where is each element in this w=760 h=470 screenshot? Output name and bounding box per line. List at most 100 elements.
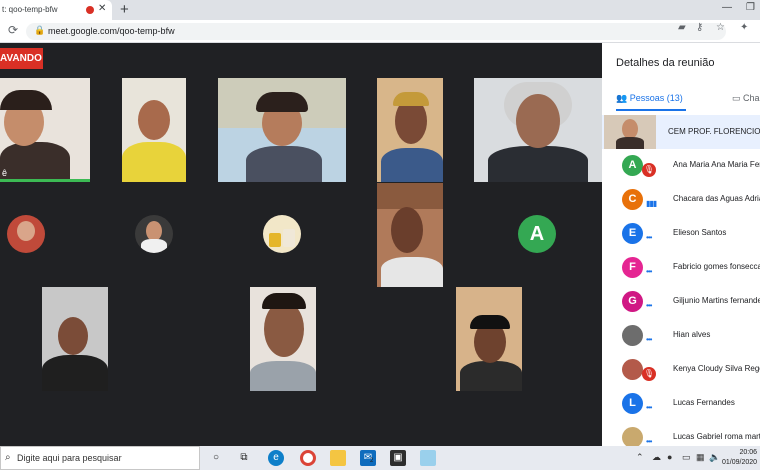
participant-avatar: E bbox=[622, 223, 643, 244]
participant-avatar[interactable] bbox=[135, 215, 173, 253]
participant-row[interactable]: G ••• Giljunio Martins fernande bbox=[602, 285, 760, 319]
participant-name: Lucas Gabriel roma mart bbox=[673, 432, 760, 441]
tab-close-icon[interactable]: ✕ bbox=[98, 3, 106, 14]
minimize-button[interactable]: — bbox=[722, 2, 732, 13]
new-tab-button[interactable]: + bbox=[120, 1, 129, 18]
participant-avatar[interactable] bbox=[263, 215, 301, 253]
task-view-icon[interactable]: ⧉ bbox=[236, 450, 252, 466]
video-tile-self[interactable]: ê bbox=[0, 78, 90, 182]
video-tile[interactable] bbox=[377, 183, 443, 287]
video-tile[interactable] bbox=[218, 78, 346, 182]
video-tile[interactable] bbox=[42, 287, 108, 391]
mic-off-icon: 🎙 bbox=[642, 367, 656, 381]
address-bar[interactable]: 🔒 meet.google.com/qoo-temp-bfw bbox=[26, 23, 726, 40]
reload-icon[interactable]: ⟳ bbox=[8, 23, 18, 37]
participant-face bbox=[622, 119, 638, 139]
participant-row[interactable]: ••• Hian alves bbox=[602, 319, 760, 353]
speaking-indicator-icon: ▮▮▮ bbox=[646, 199, 657, 208]
participant-avatar: F bbox=[622, 257, 643, 278]
participant-body bbox=[141, 239, 167, 253]
taskbar-search[interactable]: ⌕ Digite aqui para pesquisar bbox=[0, 446, 200, 470]
maximize-button[interactable]: ❐ bbox=[746, 2, 755, 13]
participant-row[interactable]: C ▮▮▮ Chacara das Aguas Adria bbox=[602, 183, 760, 217]
url-text: meet.google.com/qoo-temp-bfw bbox=[48, 26, 175, 36]
search-placeholder: Digite aqui para pesquisar bbox=[17, 453, 122, 463]
participant-face bbox=[17, 221, 35, 241]
video-tile[interactable] bbox=[122, 78, 186, 182]
participant-body bbox=[42, 355, 108, 391]
participant-hair bbox=[262, 293, 306, 309]
participant-face bbox=[146, 221, 162, 241]
browser-toolbar: ⟳ 🔒 meet.google.com/qoo-temp-bfw ▰ ⚷ ☆ ✦ bbox=[0, 20, 760, 43]
network-icon[interactable]: ▦ bbox=[696, 452, 705, 463]
key-icon[interactable]: ⚷ bbox=[696, 22, 703, 33]
participant-avatar[interactable] bbox=[7, 215, 45, 253]
video-tile[interactable] bbox=[377, 78, 443, 182]
video-tile[interactable] bbox=[250, 287, 316, 391]
participant-body bbox=[616, 137, 644, 149]
participant-name: Hian alves bbox=[673, 330, 711, 339]
participant-name: Lucas Fernandes bbox=[673, 398, 735, 407]
extensions-icon[interactable]: ✦ bbox=[740, 22, 748, 33]
jar-shape bbox=[269, 233, 281, 247]
participant-row[interactable]: E ••• Elieson Santos bbox=[602, 217, 760, 251]
meeting-details-panel: Detalhes da reunião 👥 Pessoas (13) ▭ Cha… bbox=[602, 43, 760, 446]
windows-taskbar: ⌕ Digite aqui para pesquisar ○ ⧉ e ✉ 2 ▣… bbox=[0, 446, 760, 470]
participant-row[interactable]: 🎙 Kenya Cloudy Silva Rego bbox=[602, 353, 760, 387]
participant-name: Kenya Cloudy Silva Rego bbox=[673, 364, 760, 373]
store-icon[interactable]: ▣ bbox=[390, 450, 406, 466]
audio-level-icon: ••• bbox=[646, 335, 652, 344]
chevron-up-icon[interactable]: ⌃ bbox=[636, 452, 644, 463]
volume-icon[interactable]: 🔈 bbox=[709, 452, 720, 463]
participant-avatar bbox=[622, 427, 643, 446]
jar-shape bbox=[283, 229, 295, 247]
participant-name: CEM PROF. FLORENCIO AI bbox=[668, 127, 760, 136]
app-icon[interactable] bbox=[420, 450, 436, 466]
clock-time: 20:06 bbox=[739, 449, 758, 456]
participant-row[interactable]: L ••• Lucas Fernandes bbox=[602, 387, 760, 421]
mic-off-icon: 🎙 bbox=[642, 163, 656, 177]
participant-hair bbox=[0, 90, 52, 110]
participant-avatar bbox=[622, 325, 643, 346]
participant-body bbox=[246, 146, 322, 182]
tab-people[interactable]: 👥 Pessoas (13) bbox=[616, 93, 683, 104]
lock-icon: 🔒 bbox=[34, 25, 46, 35]
ceiling bbox=[377, 183, 443, 209]
cloud-icon[interactable]: ☁ bbox=[652, 452, 661, 463]
participant-face bbox=[138, 100, 170, 140]
participant-name: Elieson Santos bbox=[673, 228, 727, 237]
video-tile[interactable] bbox=[474, 78, 602, 182]
letter-avatar[interactable]: A bbox=[518, 215, 556, 253]
audio-level-icon: ••• bbox=[646, 233, 652, 242]
clock-date: 01/09/2020 bbox=[722, 459, 758, 466]
participant-body bbox=[122, 142, 186, 182]
edge-icon[interactable]: e bbox=[268, 450, 284, 466]
people-icon: 👥 bbox=[616, 93, 628, 103]
chat-icon: ▭ bbox=[732, 93, 741, 103]
panel-title: Detalhes da reunião bbox=[616, 57, 715, 69]
participant-body bbox=[381, 257, 443, 287]
participant-name: Giljunio Martins fernande bbox=[673, 296, 760, 305]
system-clock[interactable]: 20:06 01/09/2020 bbox=[722, 448, 757, 468]
camera-icon[interactable]: ▰ bbox=[678, 22, 686, 33]
participant-avatar: G bbox=[622, 291, 643, 312]
microphone-icon[interactable]: ● bbox=[667, 452, 672, 462]
battery-icon[interactable]: ▭ bbox=[682, 452, 691, 463]
browser-tab[interactable]: t: qoo-temp-bfw ✕ bbox=[0, 0, 112, 20]
participant-row[interactable]: F ••• Fabricio gomes fonsecca bbox=[602, 251, 760, 285]
mail-icon[interactable]: ✉ bbox=[360, 450, 376, 466]
tab-chat-label: Cha bbox=[743, 93, 760, 103]
participant-row[interactable]: A 🎙 Ana Maria Ana Maria Ferra bbox=[602, 149, 760, 183]
participant-row-host[interactable]: CEM PROF. FLORENCIO AI bbox=[602, 115, 760, 149]
file-explorer-icon[interactable] bbox=[330, 450, 346, 466]
chrome-icon[interactable] bbox=[300, 450, 316, 466]
video-tile[interactable] bbox=[456, 287, 522, 391]
cortana-icon[interactable]: ○ bbox=[208, 450, 224, 466]
tab-chat[interactable]: ▭ Cha bbox=[732, 93, 760, 104]
participant-body bbox=[460, 361, 522, 391]
star-icon[interactable]: ☆ bbox=[716, 22, 725, 33]
search-icon: ⌕ bbox=[5, 452, 11, 463]
participant-row[interactable]: ••• Lucas Gabriel roma mart bbox=[602, 421, 760, 446]
participant-face bbox=[58, 317, 88, 355]
recording-dot-icon bbox=[86, 6, 94, 14]
